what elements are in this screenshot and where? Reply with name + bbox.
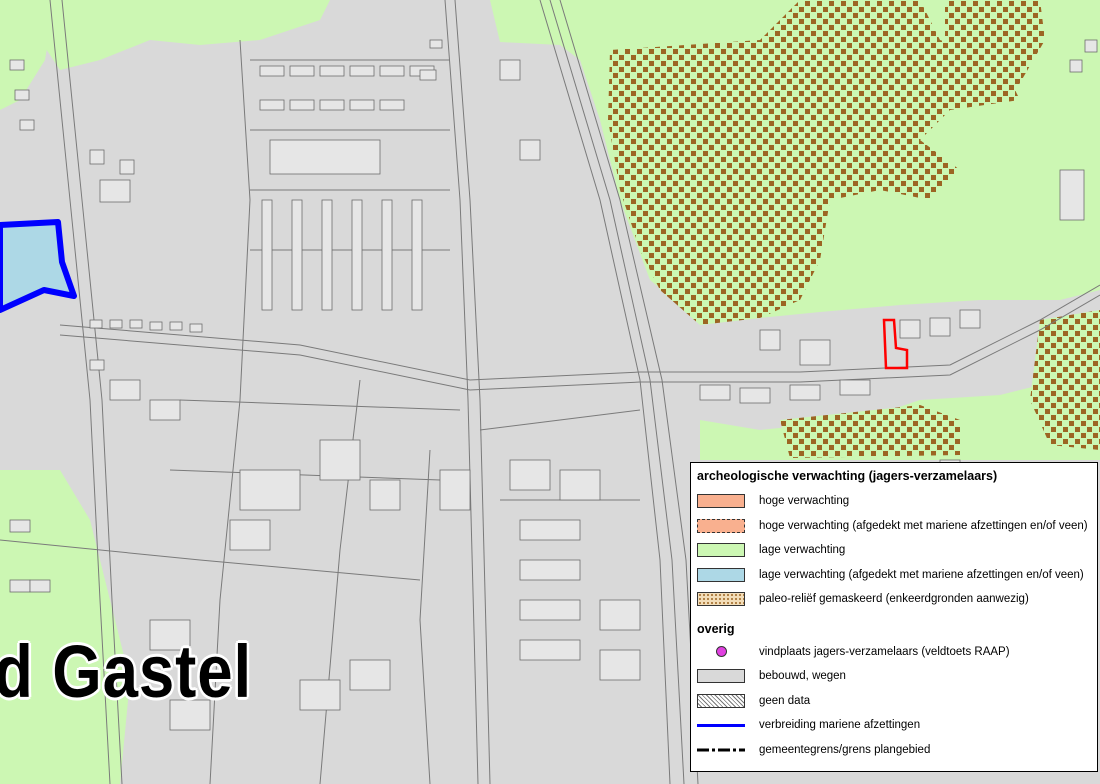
swatch-high (697, 494, 745, 509)
legend-item-site: vindplaats jagers-verzamelaars (veldtoet… (697, 640, 1091, 665)
magenta-dot-icon (715, 646, 727, 658)
map-legend: archeologische verwachting (jagers-verza… (690, 462, 1098, 772)
legend-label: hoge verwachting (759, 495, 850, 508)
legend-label: hoge verwachting (afgedekt met mariene a… (759, 519, 1088, 532)
legend-item-high: hoge verwachting (697, 489, 1091, 514)
legend-title: archeologische verwachting (jagers-verza… (697, 469, 998, 483)
swatch-built (697, 669, 745, 684)
legend-label: lage verwachting (759, 544, 846, 557)
legend-item-boundary: gemeentegrens/grens plangebied (697, 738, 1091, 763)
legend-item-paleo: paleo-reliëf gemaskeerd (enkeerdgronden … (697, 587, 1091, 612)
swatch-high-covered (697, 518, 745, 533)
legend-label: vindplaats jagers-verzamelaars (veldtoet… (759, 645, 1010, 658)
legend-label: lage verwachting (afgedekt met mariene a… (759, 568, 1084, 581)
dash-dot-line-icon (697, 748, 745, 752)
legend-item-marine: verbreiding mariene afzettingen (697, 713, 1091, 738)
blue-line-icon (697, 723, 745, 727)
legend-item-high-covered: hoge verwachting (afgedekt met mariene a… (697, 514, 1091, 539)
legend-label: paleo-reliëf gemaskeerd (enkeerdgronden … (759, 593, 1029, 606)
legend-item-low: lage verwachting (697, 538, 1091, 563)
swatch-nodata (697, 693, 745, 708)
legend-item-low-covered: lage verwachting (afgedekt met mariene a… (697, 563, 1091, 588)
swatch-paleo (697, 592, 745, 607)
town-name-label: d Gastel (0, 630, 252, 713)
swatch-low-covered (697, 567, 745, 582)
swatch-low (697, 543, 745, 558)
legend-label: gemeentegrens/grens plangebied (759, 743, 931, 756)
legend-label: verbreiding mariene afzettingen (759, 719, 921, 732)
legend-item-nodata: geen data (697, 689, 1091, 714)
legend-label: geen data (759, 694, 811, 707)
legend-label: bebouwd, wegen (759, 670, 846, 683)
legend-subtitle: overig (697, 621, 735, 636)
legend-item-built: bebouwd, wegen (697, 664, 1091, 689)
